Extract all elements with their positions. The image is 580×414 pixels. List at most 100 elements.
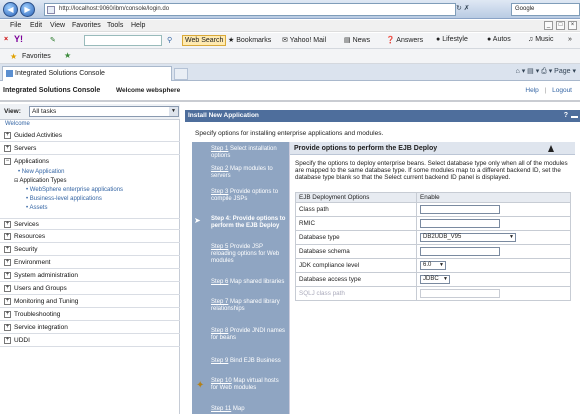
favorites-star-icon[interactable]: ★ (10, 52, 17, 61)
table-row: Database schema (295, 244, 571, 259)
menu-favorites[interactable]: Favorites (72, 22, 101, 29)
help-icon[interactable]: ? (564, 110, 568, 122)
tab-title: Integrated Solutions Console (15, 70, 105, 77)
nav-new-application[interactable]: • New Application (18, 169, 64, 175)
back-button[interactable]: ◀ (3, 2, 18, 17)
menu-help[interactable]: Help (131, 22, 145, 29)
forward-button[interactable]: ▶ (20, 2, 35, 17)
nav-resources[interactable]: + Resources (0, 231, 180, 243)
nav-service-integration[interactable]: + Service integration (0, 322, 180, 334)
rmic-input[interactable] (420, 219, 500, 228)
nav-servers[interactable]: + Servers (0, 143, 180, 155)
nav-application-types[interactable]: ⊟ Application Types (14, 178, 66, 184)
step-11[interactable]: Step 11 Map (192, 406, 289, 413)
lifestyle-label: Lifestyle (442, 36, 468, 43)
nav-users-and-groups[interactable]: + Users and Groups (0, 283, 180, 295)
step-9[interactable]: Step 9 Bind EJB Business (192, 358, 289, 365)
music-label: Music (535, 36, 554, 43)
step-text: Map shared libraries (230, 279, 285, 285)
table-row: RMIC (295, 216, 571, 231)
nav-services[interactable]: + Services (0, 218, 180, 230)
autos-button[interactable]: ● Autos (487, 36, 511, 43)
nav-system-administration[interactable]: + System administration (0, 270, 180, 282)
yahoo-logo-icon[interactable]: Y! (14, 34, 23, 44)
answers-button[interactable]: ❓ Answers (386, 36, 423, 44)
logout-link[interactable]: Logout (552, 87, 572, 94)
table-row: JDK compliance level 6.0 ▼ (295, 258, 571, 273)
current-step-arrow-icon: ➤ (194, 216, 201, 225)
web-search-button[interactable]: Web Search (182, 35, 227, 46)
toolbar-pencil-icon[interactable]: ✎ (50, 36, 56, 44)
step-text: Map (232, 406, 245, 412)
refresh-stop-icons[interactable]: ↻ ✗ (456, 4, 470, 12)
music-button[interactable]: ♫ Music (528, 36, 553, 43)
menu-tools[interactable]: Tools (107, 22, 123, 29)
nav-environment[interactable]: + Environment (0, 257, 180, 269)
step-1[interactable]: Step 1 Select installation options (192, 146, 289, 160)
view-select[interactable]: All tasks ▼ (29, 106, 179, 117)
nav-websphere-enterprise-applications[interactable]: • WebSphere enterprise applications (26, 187, 123, 193)
lifestyle-button[interactable]: ● Lifestyle (436, 36, 468, 43)
db-access-type-select[interactable]: JDBC ▼ (420, 275, 450, 284)
nav-monitoring-and-tuning[interactable]: + Monitoring and Tuning (0, 296, 180, 308)
maximize-icon[interactable]: □ (556, 21, 565, 30)
nav-label: WebSphere enterprise applications (29, 187, 124, 193)
step-8[interactable]: Step 8 Provide JNDI names for beans (192, 328, 289, 342)
nav-applications[interactable]: − Applications (0, 156, 180, 168)
step-5[interactable]: Step 5 Provide JSP reloading options for… (192, 244, 289, 265)
toolbar-search-input[interactable] (84, 35, 162, 46)
step-10[interactable]: Step 10 Map virtual hosts for Web module… (192, 378, 289, 392)
nav-assets[interactable]: • Assets (26, 205, 47, 211)
close-icon[interactable]: × (568, 21, 577, 30)
nav-label: Environment (14, 259, 51, 266)
step-3[interactable]: Step 3 Provide options to compile JSPs (192, 189, 289, 203)
news-button[interactable]: ▤ News (344, 36, 370, 44)
dropdown-arrow-icon: ▼ (509, 234, 514, 240)
table-row: Class path (295, 202, 571, 217)
collapse-icon: ⊟ (14, 178, 19, 184)
menu-file[interactable]: File (10, 22, 21, 29)
close-toolbar-icon[interactable]: × (4, 36, 8, 43)
menu-edit[interactable]: Edit (30, 22, 42, 29)
nav-troubleshooting[interactable]: + Troubleshooting (0, 309, 180, 321)
expand-icon: + (4, 233, 11, 240)
add-favorite-icon[interactable]: ★ (64, 51, 71, 60)
database-type-select[interactable]: DB2UDB_V95 ▼ (420, 233, 516, 242)
option-value (416, 244, 571, 259)
database-schema-input[interactable] (420, 247, 500, 256)
step-7[interactable]: Step 7 Map shared library relationships (192, 299, 289, 313)
page-tools[interactable]: ⌂ ▾ ▤ ▾ ⎙ ▾ Page ▾ (516, 67, 576, 76)
nav-business-level-applications[interactable]: • Business-level applications (26, 196, 102, 202)
minimize-icon[interactable]: _ (544, 21, 553, 30)
step-number: Step 11 (211, 406, 232, 412)
minimize-panel-icon[interactable] (571, 113, 578, 118)
nav-guided-activities[interactable]: + Guided Activities (0, 130, 180, 142)
toolbar-more-icon[interactable]: » (568, 36, 572, 43)
magnifier-icon[interactable]: ⚲ (167, 36, 172, 44)
welcome-link[interactable]: Welcome (5, 121, 30, 127)
new-tab-button[interactable] (174, 68, 188, 80)
menu-view[interactable]: View (50, 22, 65, 29)
step-2[interactable]: Step 2 Map modules to servers (192, 166, 289, 180)
column-header-enable: Enable (416, 192, 571, 203)
class-path-input[interactable] (420, 205, 500, 214)
jdk-level-select[interactable]: 6.0 ▼ (420, 261, 446, 270)
tab-integrated-solutions-console[interactable]: Integrated Solutions Console (2, 66, 172, 81)
option-label: RMIC (295, 216, 417, 231)
option-value (416, 286, 571, 301)
page-icon (47, 6, 55, 14)
bookmarks-button[interactable]: ★ Bookmarks (228, 36, 271, 44)
nav-security[interactable]: + Security (0, 244, 180, 256)
sqlj-class-path-input[interactable] (420, 289, 500, 298)
url-input[interactable]: http://localhost:9060/ibm/console/login.… (44, 3, 456, 16)
nav-label: Application Types (19, 178, 67, 184)
nav-uddi[interactable]: + UDDI (0, 335, 180, 347)
column-header-options: EJB Deployment Options (295, 192, 417, 203)
yahoo-mail-button[interactable]: ✉ Yahoo! Mail (282, 36, 326, 44)
help-link[interactable]: Help (525, 87, 538, 94)
step-6[interactable]: Step 6 Map shared libraries (192, 279, 289, 286)
step-number: Step 5 (211, 244, 229, 250)
option-label: Database schema (295, 244, 417, 259)
browser-search-input[interactable]: Google (511, 3, 580, 16)
favorites-label[interactable]: Favorites (22, 53, 51, 60)
